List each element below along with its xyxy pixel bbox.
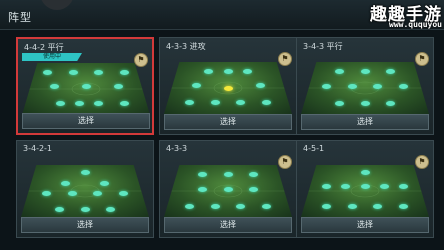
- formation-card[interactable]: 3-4-3 平行 ⚑ 选择: [296, 37, 434, 135]
- player-marker: [94, 69, 104, 75]
- player-marker: [334, 101, 344, 107]
- player-marker: [99, 180, 109, 186]
- formation-name: 4-4-2 平行: [24, 43, 64, 52]
- player-marker: [197, 171, 207, 177]
- tactic-chip-icon[interactable]: ⚑: [415, 155, 429, 169]
- player-marker: [210, 100, 220, 106]
- formation-name: 3-4-2-1: [23, 144, 53, 153]
- player-marker: [67, 191, 77, 197]
- pitch-preview: [22, 63, 150, 115]
- formation-card[interactable]: 4-5-1 ⚑ 选择: [296, 140, 434, 238]
- tactic-chip-icon[interactable]: ⚑: [278, 52, 292, 66]
- player-marker: [204, 68, 214, 74]
- player-marker: [106, 206, 116, 212]
- player-marker: [119, 101, 129, 107]
- formation-grid: 4-4-2 平行 使用中 ⚑ 选择 4-3-3 进攻 ⚑ 选择 3-4-3 平行 ⚑ 选择 3-4-…: [16, 37, 444, 250]
- select-button[interactable]: 选择: [301, 217, 429, 233]
- select-button[interactable]: 选择: [21, 217, 149, 233]
- tactic-chip-icon[interactable]: ⚑: [134, 53, 148, 67]
- pitch-preview: [301, 165, 429, 217]
- player-marker: [55, 101, 65, 107]
- player-marker: [360, 68, 370, 74]
- player-marker: [81, 83, 91, 89]
- player-marker: [43, 69, 53, 75]
- player-marker: [249, 171, 259, 177]
- pitch-lines: [22, 82, 150, 96]
- select-button[interactable]: 选择: [164, 217, 292, 233]
- formation-card[interactable]: 4-4-2 平行 使用中 ⚑ 选择: [16, 37, 154, 135]
- top-bar: 阵型 趣趣手游 www.ququyou: [0, 0, 444, 30]
- player-marker: [80, 206, 90, 212]
- player-marker: [223, 85, 233, 91]
- formation-name: 4-5-1: [303, 144, 325, 153]
- player-marker: [113, 83, 123, 89]
- select-button[interactable]: 选择: [164, 114, 292, 130]
- in-use-badge: 使用中: [22, 53, 82, 61]
- avatar: [40, 0, 74, 10]
- player-marker: [54, 206, 64, 212]
- player-marker: [61, 180, 71, 186]
- formation-name: 4-3-3: [166, 144, 188, 153]
- player-marker: [360, 101, 370, 107]
- pitch-preview: [164, 62, 292, 114]
- player-marker: [347, 204, 357, 210]
- pitch-preview: [301, 62, 429, 114]
- player-marker: [118, 191, 128, 197]
- player-marker: [261, 100, 271, 106]
- player-marker: [223, 68, 233, 74]
- watermark-url: www.ququyou: [389, 20, 442, 29]
- player-marker: [119, 69, 129, 75]
- pitch-preview: [21, 165, 149, 217]
- tactic-chip-icon[interactable]: ⚑: [415, 52, 429, 66]
- formation-name: 3-4-3 平行: [303, 42, 343, 51]
- formation-card[interactable]: 4-3-3 ⚑ 选择: [159, 140, 297, 238]
- tactic-chip-icon[interactable]: ⚑: [278, 155, 292, 169]
- pitch-preview: [164, 165, 292, 217]
- player-marker: [261, 204, 271, 210]
- player-marker: [255, 82, 265, 88]
- player-marker: [49, 83, 59, 89]
- formation-card[interactable]: 4-3-3 进攻 ⚑ 选择: [159, 37, 297, 135]
- page-title: 阵型: [8, 11, 32, 24]
- player-marker: [191, 82, 201, 88]
- select-button[interactable]: 选择: [22, 113, 150, 129]
- player-marker: [210, 204, 220, 210]
- player-marker: [334, 68, 344, 74]
- player-marker: [223, 171, 233, 177]
- player-marker: [68, 69, 78, 75]
- select-button[interactable]: 选择: [301, 114, 429, 130]
- formation-name: 4-3-3 进攻: [166, 42, 206, 51]
- player-marker: [386, 68, 396, 74]
- player-marker: [398, 204, 408, 210]
- player-marker: [242, 68, 252, 74]
- formation-card[interactable]: 3-4-2-1 选择: [16, 140, 154, 238]
